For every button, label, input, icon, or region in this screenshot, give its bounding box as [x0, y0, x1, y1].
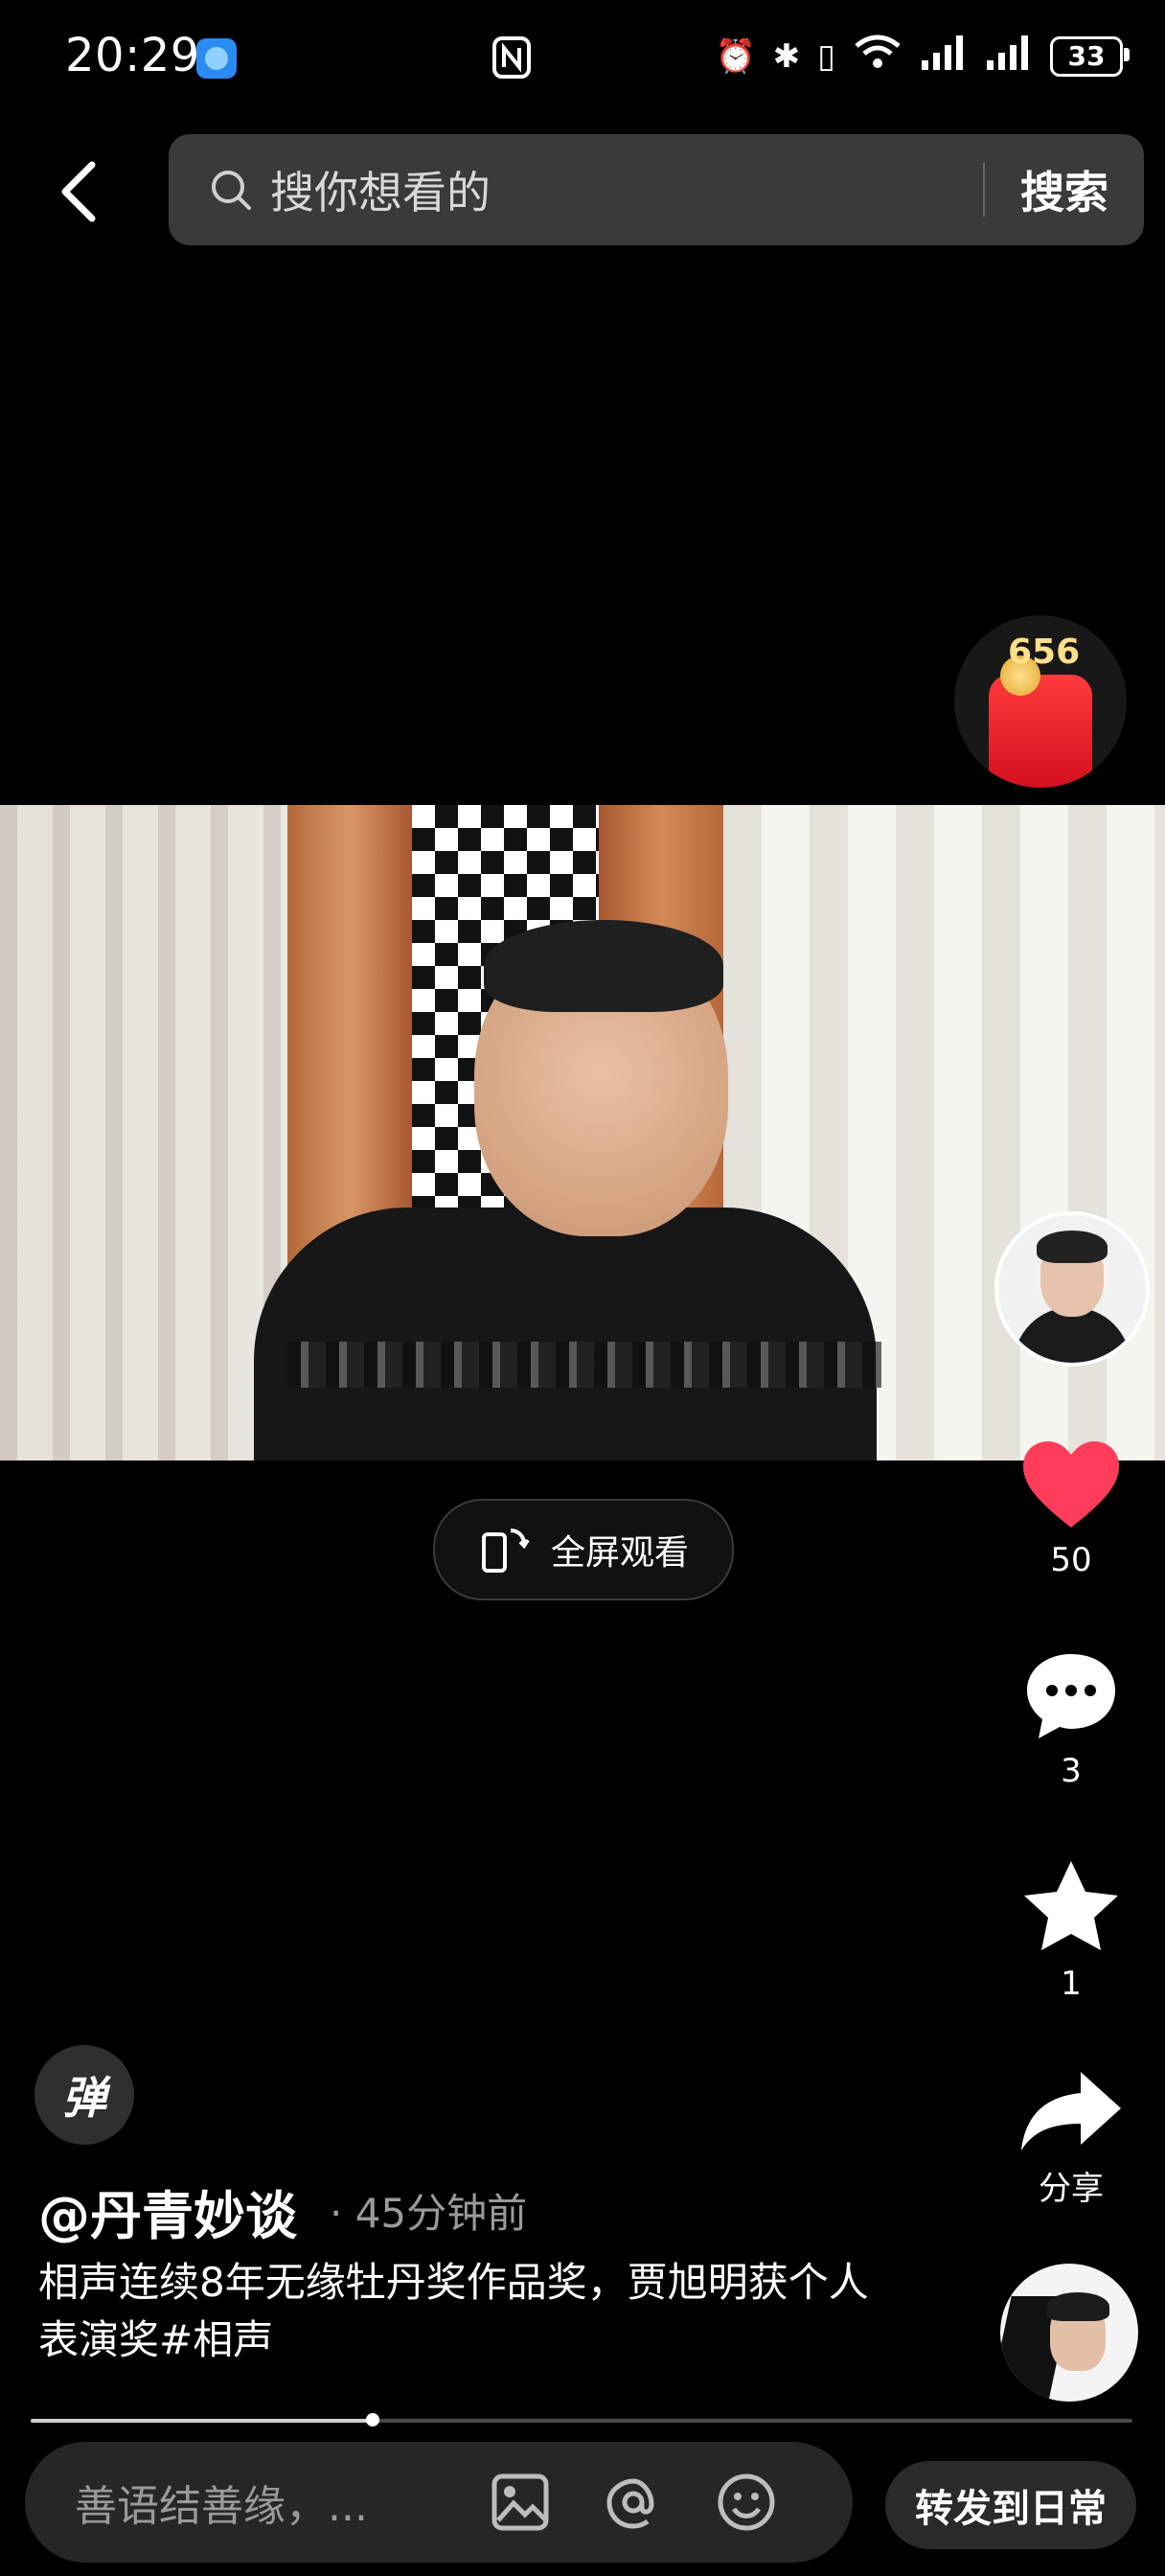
chevron-left-icon	[61, 161, 96, 222]
video-progress-bar[interactable]	[31, 2413, 1132, 2426]
battery-indicator: 33	[1050, 35, 1130, 77]
like-button[interactable]: 50	[1006, 1438, 1136, 1579]
reward-count: 656	[1008, 632, 1081, 672]
search-button[interactable]: 搜索	[985, 158, 1144, 221]
comment-count: 3	[1061, 1752, 1082, 1790]
rotate-screen-icon	[481, 1529, 530, 1573]
music-avatar[interactable]	[1000, 2264, 1138, 2402]
video-person	[484, 920, 723, 1012]
red-packet-reward[interactable]: 656	[954, 615, 1127, 788]
heart-icon	[1023, 1441, 1119, 1528]
like-count: 50	[1050, 1541, 1092, 1579]
favorite-count: 1	[1061, 1965, 1082, 2003]
wifi-icon	[853, 33, 902, 80]
emoji-icon[interactable]	[715, 2471, 778, 2534]
comment-input[interactable]: 善语结善缘，...	[75, 2472, 439, 2533]
author-name[interactable]: @丹青妙谈	[38, 2174, 297, 2249]
share-label: 分享	[1039, 2170, 1104, 2208]
video-player[interactable]	[0, 805, 1165, 1460]
mention-icon[interactable]	[602, 2471, 665, 2534]
image-icon[interactable]	[489, 2471, 552, 2534]
signal-icon	[920, 34, 968, 79]
red-packet-icon	[989, 675, 1092, 788]
progress-fill	[31, 2419, 373, 2423]
app-notification-icon	[196, 38, 237, 79]
comment-button[interactable]: 3	[1006, 1648, 1136, 1790]
obscured-subtitle	[287, 1342, 881, 1388]
nfc-icon	[491, 34, 533, 84]
video-person	[254, 1208, 877, 1460]
back-button[interactable]	[50, 153, 107, 230]
video-caption[interactable]: 相声连续8年无缘牡丹奖作品奖，贾旭明获个人表演奖#相声	[38, 2254, 881, 2369]
status-icons: ⏰ ✱ ▯ 33	[715, 33, 1130, 80]
alarm-icon: ⏰	[715, 36, 756, 76]
danmaku-toggle[interactable]: 弹	[34, 2045, 134, 2145]
fullscreen-label: 全屏观看	[550, 1533, 689, 1573]
bluetooth-icon: ✱	[772, 36, 801, 76]
author-avatar[interactable]	[994, 1211, 1150, 1367]
search-input[interactable]: 搜你想看的	[270, 158, 983, 221]
share-button[interactable]: 分享	[1006, 2068, 1136, 2209]
share-arrow-icon	[1021, 2072, 1121, 2150]
vibrate-icon: ▯	[817, 36, 835, 76]
status-time: 20:29	[65, 29, 200, 82]
post-time: · 45分钟前	[330, 2190, 528, 2237]
comment-input-bar[interactable]: 善语结善缘，...	[25, 2442, 853, 2563]
favorite-button[interactable]: 1	[1006, 1857, 1136, 2003]
fullscreen-button[interactable]: 全屏观看	[433, 1499, 734, 1600]
search-icon	[212, 171, 251, 210]
video-background	[0, 805, 287, 1460]
signal-icon	[985, 34, 1033, 79]
search-bar[interactable]: 搜你想看的 搜索	[169, 134, 1144, 245]
comment-icon	[1027, 1654, 1115, 1738]
star-icon	[1024, 1861, 1118, 1950]
share-to-daily-button[interactable]: 转发到日常	[885, 2461, 1136, 2549]
progress-handle[interactable]	[365, 2413, 379, 2426]
